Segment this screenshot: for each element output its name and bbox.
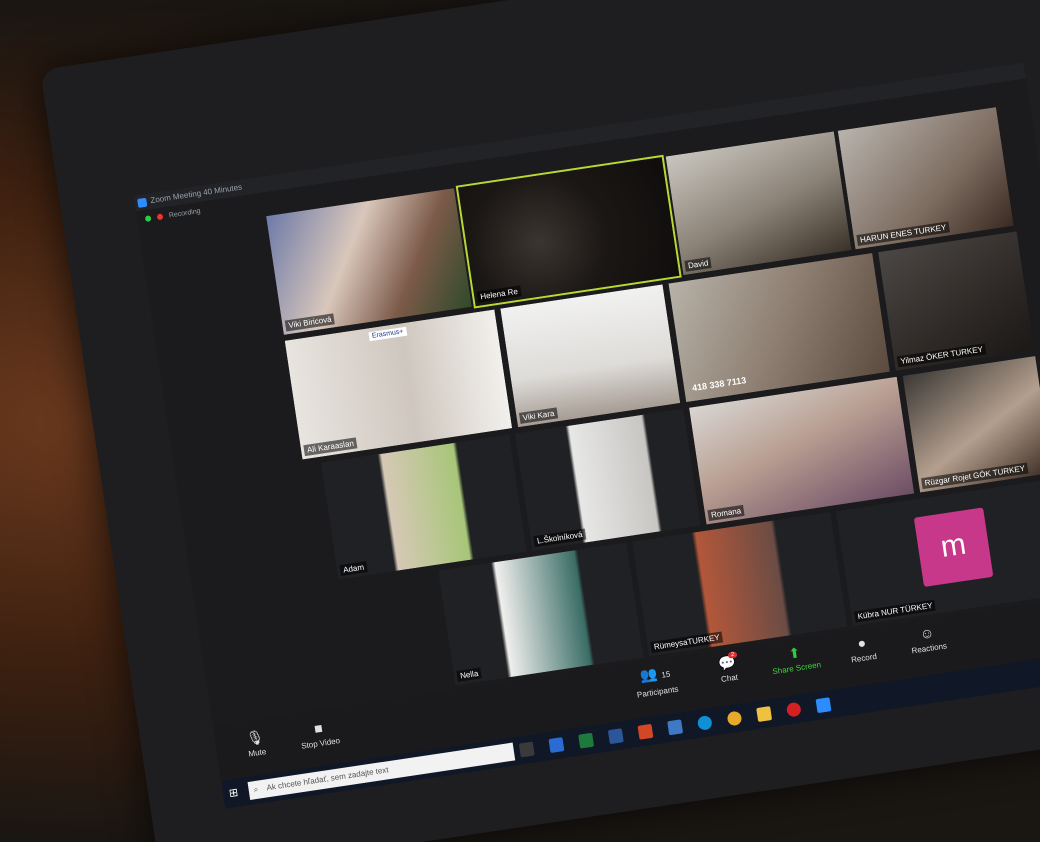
video-tile-yilmaz[interactable]: Yilmaz ÖKER TURKEY: [878, 231, 1035, 371]
explorer-app-icon[interactable]: [667, 719, 684, 736]
video-tile-viki-b[interactable]: Viki Biricová: [266, 188, 472, 335]
chat-label: Chat: [720, 672, 739, 684]
microphone-icon: 🎙: [245, 728, 266, 747]
zoom-taskbar-icon[interactable]: [815, 697, 832, 714]
chat-button[interactable]: 💬 2 Chat: [696, 651, 759, 688]
video-tile-skolnikova[interactable]: L.Školníková: [514, 408, 701, 551]
smiley-plus-icon: ☺: [918, 624, 936, 643]
record-label: Record: [850, 651, 878, 665]
video-tile-viki-k[interactable]: Viki Kara: [500, 284, 681, 428]
photo: Zoom Meeting 40 Minutes Recording Viki B…: [0, 0, 1040, 842]
reactions-button[interactable]: ☺ Reactions: [896, 621, 959, 658]
participants-label: Participants: [636, 684, 680, 700]
video-tile-romana[interactable]: Romana: [689, 376, 915, 525]
chrome-icon[interactable]: [726, 710, 743, 727]
zoom-window: Zoom Meeting 40 Minutes Recording Viki B…: [133, 62, 1040, 809]
participants-button[interactable]: 👥 15 Participants: [619, 661, 693, 702]
stop-video-button[interactable]: ■ Stop Video: [287, 716, 350, 753]
video-tile-david[interactable]: David: [665, 131, 852, 276]
video-tile-ruzgar[interactable]: Rüzgar Rojet GÖK TURKEY: [902, 356, 1040, 493]
opera-icon[interactable]: [785, 701, 802, 718]
video-tile-helena[interactable]: Helena Re: [455, 154, 682, 309]
video-feed: [266, 188, 472, 335]
zoom-logo-icon: [137, 197, 148, 208]
excel-icon[interactable]: [578, 732, 595, 749]
video-tile-harun[interactable]: HARUN ENES TURKEY: [837, 107, 1014, 250]
record-dot-icon: [156, 213, 164, 221]
video-feed: [689, 376, 915, 525]
powerpoint-icon[interactable]: [637, 723, 654, 740]
record-button[interactable]: ● Record: [831, 630, 894, 667]
video-feed: [500, 284, 681, 428]
stop-video-label: Stop Video: [300, 736, 341, 751]
participants-count: 15: [660, 669, 671, 680]
recording-label: Recording: [168, 207, 202, 220]
video-feed: [665, 131, 852, 276]
mute-label: Mute: [247, 747, 267, 759]
video-feed: [321, 434, 527, 580]
windows-start-icon[interactable]: ⊞: [228, 786, 242, 800]
window-title: Zoom Meeting 40 Minutes: [149, 182, 243, 206]
video-tile-nella[interactable]: Nella: [438, 542, 644, 686]
search-icon: ⌕: [253, 784, 259, 795]
media-player-icon[interactable]: [548, 737, 565, 754]
avatar: m: [913, 507, 994, 587]
edge-icon[interactable]: [696, 714, 713, 731]
video-tile-phone[interactable]: 418 338 7113: [668, 253, 890, 403]
video-feed: [438, 542, 644, 686]
video-tile-ali[interactable]: Erasmus+ Ali Karaaslan: [284, 309, 513, 460]
mute-button[interactable]: 🎙 Mute: [224, 725, 287, 762]
share-screen-button[interactable]: ⬆ Share Screen: [764, 641, 827, 678]
shield-dot-icon: [144, 215, 152, 223]
video-tile-adam[interactable]: Adam: [321, 434, 527, 580]
video-tile-kubra[interactable]: m Kübra NUR TÜRKEY: [835, 478, 1040, 626]
video-feed: [514, 408, 701, 551]
record-icon: ●: [856, 634, 868, 652]
recording-indicator[interactable]: Recording: [144, 207, 202, 223]
video-feed: [668, 253, 890, 403]
participants-icon: 👥 15: [638, 664, 671, 684]
video-feed: [457, 157, 680, 307]
task-view-icon[interactable]: [518, 741, 535, 758]
file-explorer-icon[interactable]: [756, 706, 773, 722]
word-icon[interactable]: [607, 728, 624, 745]
laptop: Zoom Meeting 40 Minutes Recording Viki B…: [40, 0, 1040, 842]
reactions-label: Reactions: [910, 641, 948, 656]
